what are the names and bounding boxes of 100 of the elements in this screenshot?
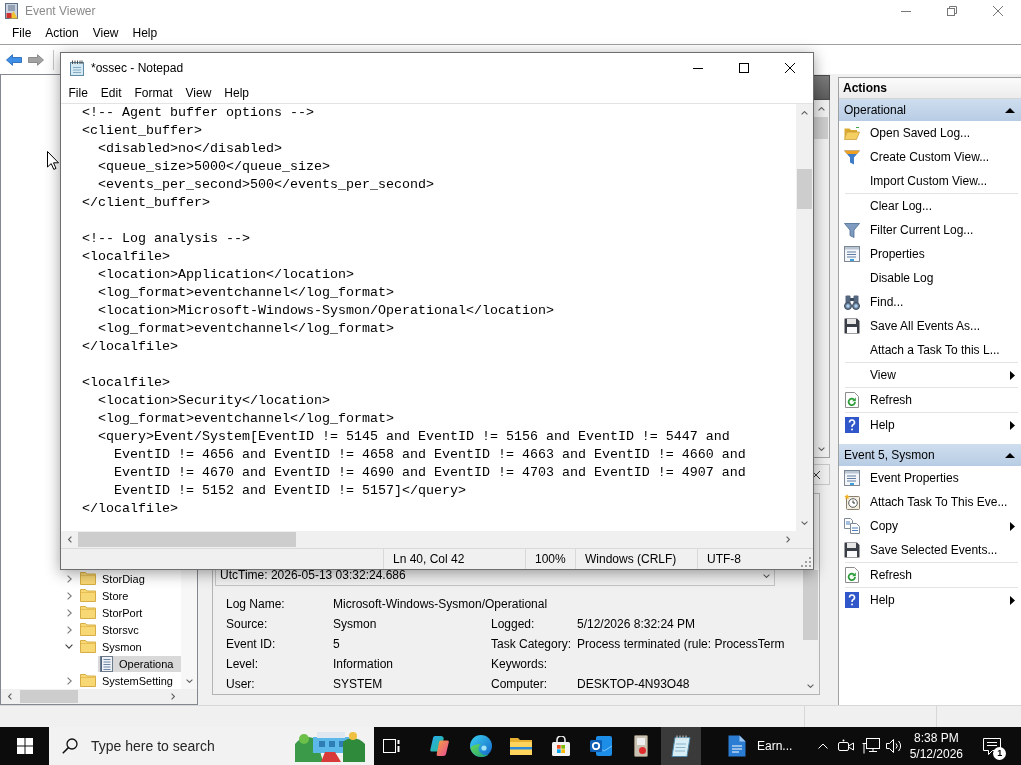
collapse-arrow-icon[interactable] <box>1005 452 1015 458</box>
line-ending-text: Windows (CRLF) <box>585 552 677 566</box>
scroll-right-icon[interactable] <box>785 536 790 543</box>
encoding-text: UTF-8 <box>707 552 741 566</box>
properties-icon <box>844 246 860 262</box>
window-title: Event Viewer <box>25 4 97 18</box>
scrollbar-thumb[interactable] <box>803 570 818 640</box>
vertical-scrollbar[interactable] <box>796 104 813 531</box>
command-item[interactable]: Help <box>839 588 1021 612</box>
network-icon[interactable] <box>862 738 881 754</box>
back-arrow-icon[interactable] <box>6 53 22 66</box>
windows-logo-icon <box>16 738 33 754</box>
command-item[interactable]: Import Custom View... <box>839 169 1021 193</box>
tree-item[interactable]: StorPort <box>78 604 181 621</box>
volume-icon[interactable] <box>886 739 903 753</box>
command-item[interactable]: Disable Log <box>839 266 1021 290</box>
chevron-right-icon[interactable] <box>66 608 72 617</box>
close-icon <box>785 63 795 73</box>
scrollbar-thumb[interactable] <box>20 690 78 703</box>
help-icon <box>845 417 859 433</box>
camera-icon[interactable] <box>838 739 855 753</box>
field-label: Source: <box>226 617 269 631</box>
scroll-up-icon[interactable] <box>801 110 808 115</box>
scroll-down-icon[interactable] <box>185 678 193 683</box>
section-header[interactable]: Operational <box>839 99 1021 121</box>
command-item[interactable]: Refresh <box>839 563 1021 587</box>
scroll-right-icon[interactable] <box>170 693 175 700</box>
scrollbar-thumb[interactable] <box>78 532 296 547</box>
menu-item[interactable]: File <box>62 83 95 103</box>
chevron-right-icon[interactable] <box>66 625 72 634</box>
field-label: Log Name: <box>226 597 286 611</box>
menu-item[interactable]: Help <box>125 22 165 44</box>
chevron-right-icon[interactable] <box>66 676 72 685</box>
command-item[interactable]: Properties <box>839 242 1021 266</box>
document-icon <box>728 735 746 757</box>
scroll-down-icon[interactable] <box>807 683 814 688</box>
menu-item[interactable]: Help <box>217 83 256 103</box>
horizontal-scrollbar[interactable] <box>61 531 796 548</box>
search-box[interactable]: Type here to search <box>49 727 374 765</box>
command-item[interactable]: Refresh <box>839 388 1021 412</box>
field-label: User: <box>226 677 256 691</box>
chevron-up-icon[interactable] <box>818 743 829 749</box>
scroll-up-icon[interactable] <box>817 106 825 111</box>
notepad-icon <box>671 735 691 757</box>
help-icon <box>845 592 859 608</box>
binoculars-icon <box>844 294 860 310</box>
collapse-arrow-icon[interactable] <box>1005 107 1015 113</box>
close-icon <box>993 6 1003 16</box>
horizontal-scrollbar[interactable] <box>1 689 181 704</box>
command-item[interactable]: Copy <box>839 514 1021 538</box>
taskbar-button[interactable] <box>661 727 701 765</box>
clock-icon <box>844 494 860 510</box>
chevron-right-icon[interactable] <box>66 591 72 600</box>
scrollbar-thumb[interactable] <box>814 117 828 139</box>
zoom-level-text: 100% <box>535 552 566 566</box>
menu-item[interactable]: View <box>179 83 218 103</box>
scroll-left-icon[interactable] <box>67 536 72 543</box>
tree-item[interactable]: StorDiag <box>78 570 181 587</box>
folder-icon <box>80 640 96 653</box>
taskbar-button[interactable]: Earn... <box>704 727 808 765</box>
command-item[interactable]: Create Custom View... <box>839 145 1021 169</box>
chevron-down-icon[interactable] <box>65 644 73 649</box>
command-item[interactable]: Find... <box>839 290 1021 314</box>
command-item[interactable]: Filter Current Log... <box>839 218 1021 242</box>
scroll-down-icon[interactable] <box>817 446 825 451</box>
field-label: Event ID: <box>226 637 277 651</box>
notification-button[interactable]: 1 <box>971 727 1014 765</box>
search-highlight-illustration <box>295 730 365 762</box>
command-item[interactable]: Attach Task To This Eve... <box>839 490 1021 514</box>
section-header[interactable]: Event 5, Sysmon <box>839 444 1021 466</box>
command-item[interactable]: View <box>839 363 1021 387</box>
scrollbar-thumb[interactable] <box>797 169 812 209</box>
clock-button[interactable]: 8:38 PM 5/12/2026 <box>905 727 968 765</box>
command-item[interactable]: Attach a Task To this L... <box>839 338 1021 362</box>
tree-item[interactable]: Sysmon <box>78 638 181 655</box>
scroll-left-icon[interactable] <box>7 693 12 700</box>
command-item[interactable]: Event Properties <box>839 466 1021 490</box>
tree-item[interactable]: Store <box>78 587 181 604</box>
notepad-icon <box>70 60 84 76</box>
event-log-app-icon <box>5 3 18 19</box>
menu-item[interactable]: Format <box>128 83 180 103</box>
menu-item[interactable]: Action <box>38 22 86 44</box>
menu-item[interactable]: View <box>85 22 126 44</box>
command-item[interactable]: Clear Log... <box>839 194 1021 218</box>
search-field[interactable]: Type here to search <box>91 734 295 758</box>
shopping-bag-icon <box>551 736 571 756</box>
menu-item[interactable]: Edit <box>94 83 129 103</box>
field-value: 5 <box>333 637 341 651</box>
command-item[interactable]: Help <box>839 413 1021 437</box>
menu-item[interactable]: File <box>5 22 39 44</box>
command-item[interactable]: Open Saved Log... <box>839 121 1021 145</box>
tree-item[interactable]: Operationa <box>98 655 181 672</box>
tree-item[interactable]: Storsvc <box>78 621 181 638</box>
command-item[interactable]: Save Selected Events... <box>839 538 1021 562</box>
chevron-right-icon[interactable] <box>66 574 72 583</box>
copy-icon <box>844 518 860 534</box>
scroll-down-icon[interactable] <box>763 573 770 578</box>
command-item[interactable]: Save All Events As... <box>839 314 1021 338</box>
scroll-down-icon[interactable] <box>801 520 808 525</box>
tree-item[interactable]: SystemSetting <box>78 672 181 689</box>
